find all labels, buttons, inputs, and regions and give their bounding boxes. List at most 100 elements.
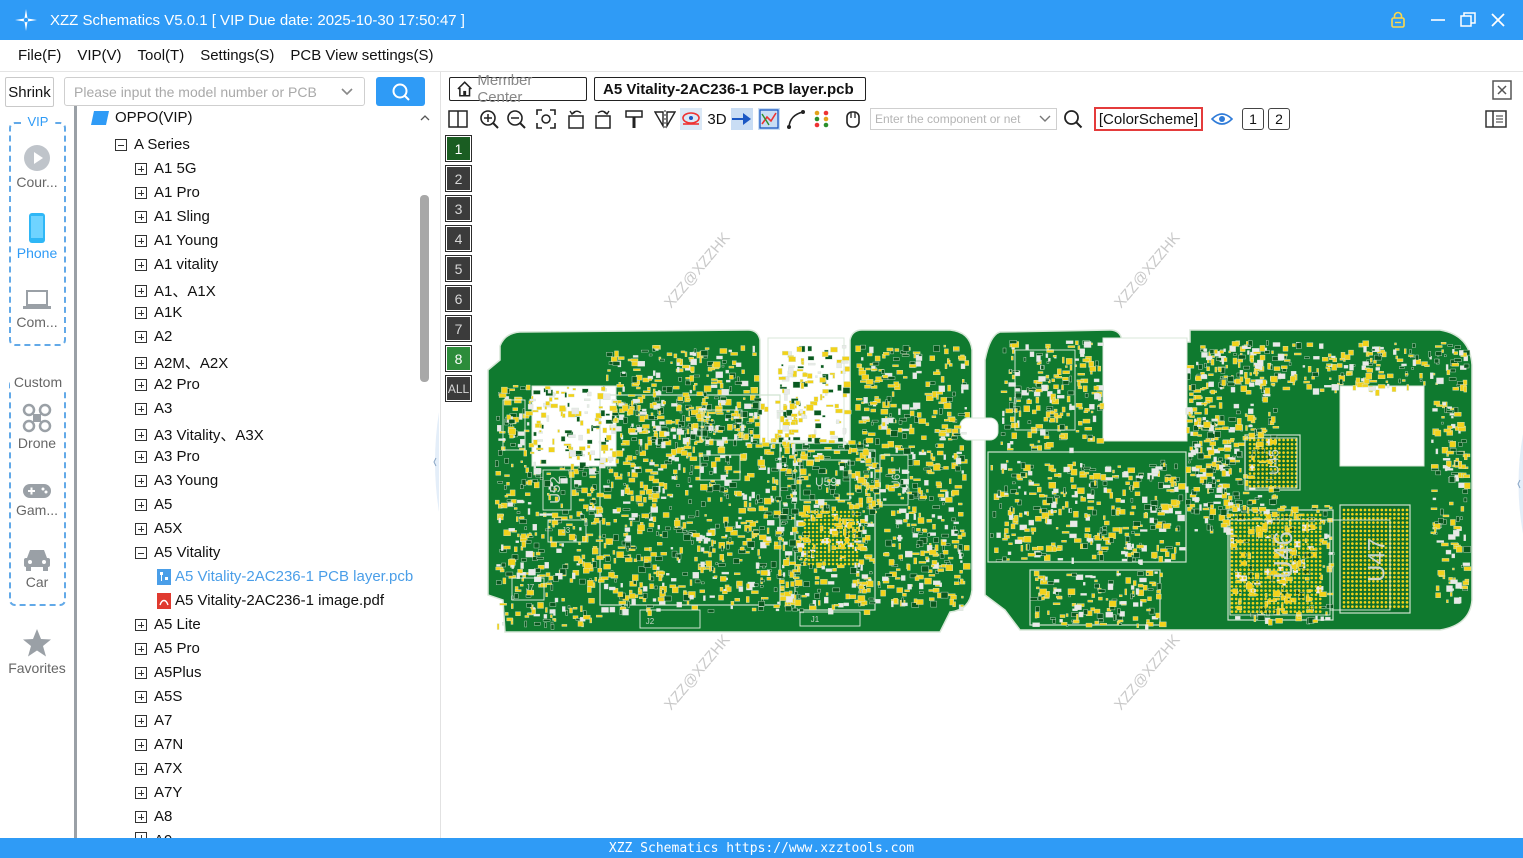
menu-vip[interactable]: VIP(V) — [77, 47, 121, 64]
expand-right-panel-icon[interactable] — [1514, 434, 1523, 534]
tree-item[interactable]: A3 Young — [135, 472, 218, 489]
component-label[interactable]: U61 — [889, 467, 903, 489]
minimize-icon[interactable] — [1426, 8, 1450, 32]
expand-icon[interactable] — [135, 428, 147, 441]
tree-file-pdf[interactable]: A5 Vitality-2AC236-1 image.pdf — [157, 592, 384, 609]
expand-icon[interactable] — [135, 330, 147, 343]
tree-item[interactable]: A5 Pro — [135, 640, 200, 657]
tree-item[interactable]: A5Plus — [135, 664, 202, 681]
side-panel-toggle[interactable] — [1485, 108, 1507, 130]
shrink-button[interactable]: Shrink — [5, 77, 54, 107]
expand-icon[interactable] — [135, 738, 147, 751]
expand-icon[interactable] — [135, 210, 147, 223]
mirror-button[interactable] — [654, 108, 676, 130]
tree-item[interactable]: A8 — [135, 808, 172, 825]
layer-8-button[interactable]: 8 — [445, 345, 472, 372]
expand-icon[interactable] — [135, 618, 147, 631]
tree-item[interactable]: A7X — [135, 760, 182, 777]
component-label[interactable]: U59 — [815, 475, 837, 489]
restore-icon[interactable] — [1456, 8, 1480, 32]
tree-item[interactable]: A1 Young — [135, 232, 218, 249]
expand-icon[interactable] — [135, 810, 147, 823]
expand-icon[interactable] — [135, 284, 147, 297]
visibility-button[interactable] — [1211, 108, 1233, 130]
expand-icon[interactable] — [135, 474, 147, 487]
expand-icon[interactable] — [135, 642, 147, 655]
tree-item[interactable]: A7 — [135, 712, 172, 729]
component-label[interactable]: J3 — [562, 526, 571, 535]
tab-member-center[interactable]: Member Center — [449, 72, 587, 106]
tree-item[interactable]: A2 Pro — [135, 376, 200, 393]
net-trace-button[interactable] — [758, 108, 780, 130]
pin-mode-button[interactable] — [731, 108, 753, 130]
menu-tool[interactable]: Tool(T) — [138, 47, 185, 64]
layer-all-button[interactable]: ALL — [445, 375, 472, 402]
layer-4-button[interactable]: 4 — [445, 225, 472, 252]
expand-icon[interactable] — [135, 402, 147, 415]
tree-scroll-thumb[interactable] — [420, 195, 429, 382]
layer-5-button[interactable]: 5 — [445, 255, 472, 282]
nav-favorites[interactable]: Favorites — [0, 628, 74, 676]
expand-icon[interactable] — [135, 378, 147, 391]
chevron-down-icon[interactable] — [340, 84, 354, 98]
lock-icon[interactable] — [1386, 8, 1410, 32]
tree-root[interactable]: OPPO(VIP) — [91, 109, 193, 126]
pan-button[interactable] — [842, 108, 864, 130]
rotate-left-button[interactable] — [565, 108, 587, 130]
layer-1-button[interactable]: 1 — [445, 135, 472, 162]
component-label[interactable]: U45 — [1266, 449, 1282, 475]
expand-icon[interactable] — [135, 162, 147, 175]
nav-drone[interactable]: Drone — [0, 403, 74, 451]
fit-view-button[interactable] — [535, 108, 557, 130]
component-label[interactable]: J7 — [526, 583, 535, 592]
tree-item[interactable]: A1K — [135, 304, 182, 321]
measure-button[interactable] — [785, 108, 807, 130]
show-pins-button[interactable] — [811, 108, 833, 130]
expand-icon[interactable] — [135, 258, 147, 271]
nav-computer[interactable]: Com... — [0, 288, 74, 330]
tree-item[interactable]: A7Y — [135, 784, 182, 801]
tree-item[interactable]: A3 Vitality、A3X — [135, 424, 264, 445]
nav-car[interactable]: Car — [0, 546, 74, 590]
layer-7-button[interactable]: 7 — [445, 315, 472, 342]
tree-series[interactable]: A Series — [115, 136, 190, 153]
tree-item[interactable]: A2 — [135, 328, 172, 345]
tree-item-expanded[interactable]: A5 Vitality — [135, 544, 220, 561]
format-painter-button[interactable] — [623, 108, 645, 130]
expand-icon[interactable] — [135, 498, 147, 511]
zoom-out-button[interactable] — [505, 108, 527, 130]
tree-item[interactable]: A3 Pro — [135, 448, 200, 465]
chevron-down-icon[interactable] — [1039, 113, 1051, 125]
component-label[interactable]: J1 — [811, 615, 820, 624]
component-search-button[interactable] — [1062, 108, 1084, 130]
rotate-right-button[interactable] — [592, 108, 614, 130]
component-label[interactable]: U47 — [1363, 538, 1390, 582]
component-label[interactable]: U46 — [1268, 531, 1298, 579]
nav-game[interactable]: Gam... — [0, 482, 74, 518]
component-label[interactable]: U52 — [547, 476, 564, 504]
expand-icon[interactable] — [135, 186, 147, 199]
split-view-button[interactable] — [447, 108, 469, 130]
expand-icon[interactable] — [135, 522, 147, 535]
highlight-net-button[interactable] — [680, 108, 702, 130]
model-search-input[interactable]: Please input the model number or PCB — [64, 77, 365, 106]
zoom-in-button[interactable] — [478, 108, 500, 130]
menu-settings[interactable]: Settings(S) — [200, 47, 274, 64]
component-label[interactable]: J4 — [709, 426, 718, 435]
expand-icon[interactable] — [135, 690, 147, 703]
tree-item[interactable]: A1 vitality — [135, 256, 218, 273]
expand-icon[interactable] — [135, 786, 147, 799]
nav-courses[interactable]: Cour... — [0, 144, 74, 190]
collapse-icon[interactable] — [115, 138, 127, 151]
nav-phone[interactable]: Phone — [0, 213, 74, 261]
tab-pcb-file[interactable]: A5 Vitality-2AC236-1 PCB layer.pcb — [594, 77, 866, 101]
tree-item[interactable]: A1 5G — [135, 160, 197, 177]
tree-file-pcb[interactable]: A5 Vitality-2AC236-1 PCB layer.pcb — [157, 568, 413, 585]
layer-2-button[interactable]: 2 — [445, 165, 472, 192]
search-button[interactable] — [376, 77, 425, 106]
panel-splitter[interactable] — [431, 72, 441, 838]
pcb-canvas[interactable]: XZZ@XZZHK XZZ@XZZHK XZZ@XZZHK XZZ@XZZHK … — [441, 134, 1523, 838]
expand-icon[interactable] — [135, 762, 147, 775]
tree-item[interactable]: A7N — [135, 736, 183, 753]
view-1-button[interactable]: 1 — [1242, 108, 1264, 130]
